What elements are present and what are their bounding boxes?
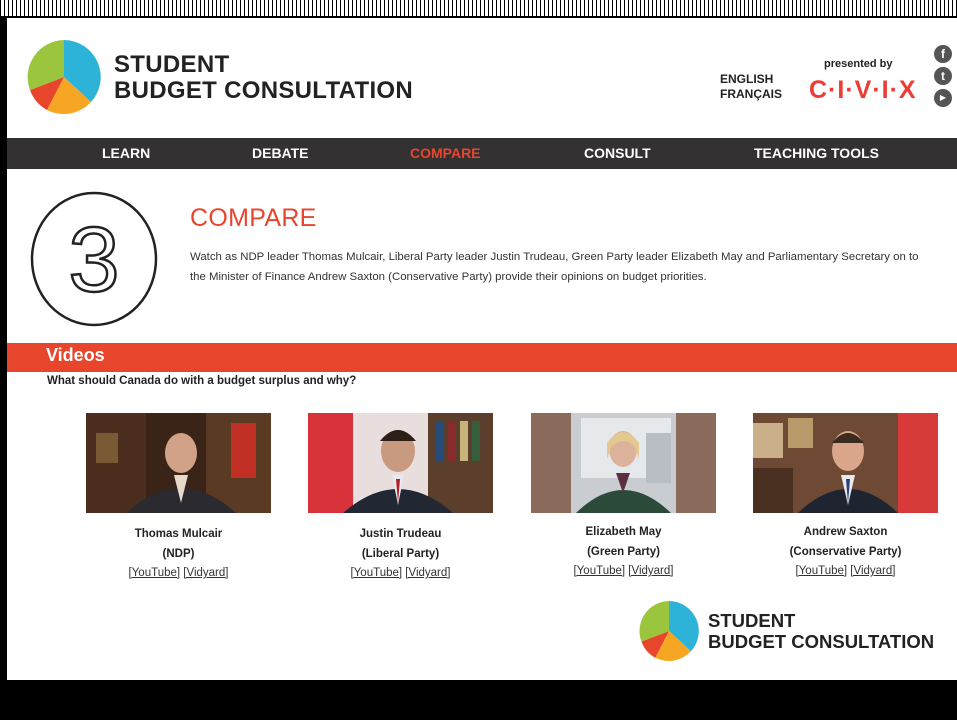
candidate-party: (Conservative Party) bbox=[789, 546, 902, 558]
pie-logo-icon[interactable] bbox=[27, 40, 101, 114]
youtube-link[interactable]: [YouTube] bbox=[129, 567, 181, 579]
videos-title: Videos bbox=[46, 345, 105, 365]
page: STUDENT BUDGET CONSULTATION ENGLISH FRAN… bbox=[5, 18, 957, 680]
candidate-party: (NDP) bbox=[162, 548, 195, 560]
facebook-icon[interactable]: f bbox=[934, 45, 952, 63]
youtube-link[interactable]: [YouTube] bbox=[796, 565, 848, 577]
video-card-may: Elizabeth May (Green Party) [YouTube] [V… bbox=[531, 413, 716, 580]
video-card-saxton: Andrew Saxton (Conservative Party) [YouT… bbox=[753, 413, 938, 580]
page-title: COMPARE bbox=[190, 204, 317, 232]
nav-teaching-tools[interactable]: TEACHING TOOLS bbox=[754, 138, 879, 169]
footer-title-line1: STUDENT bbox=[708, 610, 796, 631]
video-card-mulcair: Thomas Mulcair (NDP) [YouTube] [Vidyard] bbox=[86, 413, 271, 582]
video-links: [YouTube] [Vidyard] bbox=[753, 562, 938, 580]
vidyard-link[interactable]: [Vidyard] bbox=[850, 565, 895, 577]
language-french-link[interactable]: FRANÇAIS bbox=[720, 87, 782, 102]
video-thumbnail-saxton[interactable] bbox=[753, 413, 938, 513]
youtube-link[interactable]: [YouTube] bbox=[574, 565, 626, 577]
language-switcher: ENGLISH FRANÇAIS bbox=[720, 72, 782, 102]
top-ruler bbox=[0, 0, 957, 18]
candidate-name: Elizabeth May bbox=[585, 526, 662, 538]
footer-pie-logo-icon bbox=[639, 601, 699, 661]
video-card-trudeau: Justin Trudeau (Liberal Party) [YouTube]… bbox=[308, 413, 493, 582]
site-title[interactable]: STUDENT BUDGET CONSULTATION bbox=[114, 52, 413, 104]
nav-consult[interactable]: CONSULT bbox=[584, 138, 651, 169]
social-links: f t ▶ bbox=[934, 45, 954, 111]
vidyard-link[interactable]: [Vidyard] bbox=[183, 567, 228, 579]
video-thumbnail-mulcair[interactable] bbox=[86, 413, 271, 513]
video-thumbnail-trudeau[interactable] bbox=[308, 413, 493, 513]
video-links: [YouTube] [Vidyard] bbox=[308, 564, 493, 582]
video-thumbnail-may[interactable] bbox=[531, 413, 716, 513]
nav-learn[interactable]: LEARN bbox=[102, 138, 150, 169]
youtube-link[interactable]: [YouTube] bbox=[351, 567, 403, 579]
site-title-line2: BUDGET CONSULTATION bbox=[114, 77, 414, 104]
intro-text: Watch as NDP leader Thomas Mulcair, Libe… bbox=[190, 251, 919, 283]
step-number: 3 bbox=[68, 209, 119, 311]
video-links: [YouTube] [Vidyard] bbox=[531, 562, 716, 580]
candidate-party: (Liberal Party) bbox=[361, 548, 440, 560]
main-nav: LEARN DEBATE COMPARE CONSULT TEACHING TO… bbox=[7, 138, 957, 169]
vidyard-link[interactable]: [Vidyard] bbox=[405, 567, 450, 579]
language-english-link[interactable]: ENGLISH bbox=[720, 72, 782, 87]
videos-question: What should Canada do with a budget surp… bbox=[47, 375, 357, 387]
youtube-icon[interactable]: ▶ bbox=[934, 89, 952, 107]
nav-debate[interactable]: DEBATE bbox=[252, 138, 309, 169]
candidate-name: Andrew Saxton bbox=[803, 526, 888, 538]
vidyard-link[interactable]: [Vidyard] bbox=[628, 565, 673, 577]
step-number-badge: 3 bbox=[30, 191, 158, 327]
civix-logo[interactable]: C·I·V·I·X bbox=[809, 76, 917, 105]
presented-by-label: presented by bbox=[824, 58, 893, 70]
videos-header-band: Videos bbox=[7, 343, 957, 372]
candidate-name: Thomas Mulcair bbox=[134, 528, 223, 540]
footer-title-line2: BUDGET CONSULTATION bbox=[708, 631, 935, 652]
footer-bar bbox=[0, 680, 957, 720]
nav-compare[interactable]: COMPARE bbox=[410, 138, 481, 169]
video-links: [YouTube] [Vidyard] bbox=[86, 564, 271, 582]
footer-title: STUDENT BUDGET CONSULTATION bbox=[708, 610, 934, 652]
candidate-party: (Green Party) bbox=[587, 546, 660, 558]
candidate-name: Justin Trudeau bbox=[359, 528, 442, 540]
twitter-icon[interactable]: t bbox=[934, 67, 952, 85]
site-title-line1: STUDENT bbox=[114, 51, 230, 78]
